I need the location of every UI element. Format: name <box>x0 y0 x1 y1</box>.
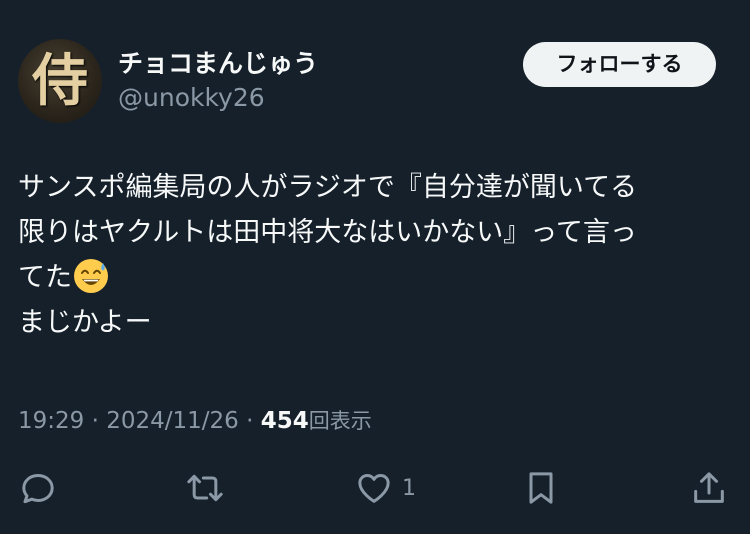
tweet-text-line-with-emoji: てた <box>18 255 730 300</box>
like-count: 1 <box>402 475 416 501</box>
bookmark-icon <box>529 472 553 504</box>
share-icon <box>694 472 724 503</box>
follow-button[interactable]: フォローする <box>523 42 716 87</box>
views-count: 454 <box>260 408 309 434</box>
share-button[interactable] <box>689 468 729 508</box>
display-name[interactable]: チョコまんじゅう <box>118 44 318 80</box>
retweet-icon <box>187 474 223 502</box>
heart-icon <box>358 474 390 503</box>
tweet-text-line: 限りはヤクルトは田中将大なはいかない』って言っ <box>18 217 637 248</box>
grinning-face-with-sweat-icon <box>74 259 108 293</box>
tweet-text-line: まじかよー <box>18 307 152 338</box>
avatar[interactable]: 侍 <box>18 39 102 123</box>
reply-icon <box>22 474 54 504</box>
like-button[interactable]: 1 <box>354 468 416 508</box>
reply-button[interactable] <box>18 468 58 508</box>
tweet-text: サンスポ編集局の人がラジオで『自分達が聞いてる 限りはヤクルトは田中将大なはいか… <box>18 165 730 345</box>
meta-separator: · <box>91 408 99 434</box>
tweet-card: 侍 チョコまんじゅう @unokky26 フォローする サンスポ編集局の人がラジ… <box>0 0 750 534</box>
tweet-text-line: てた <box>18 262 72 293</box>
tweet-text-line: サンスポ編集局の人がラジオで『自分達が聞いてる <box>18 172 638 203</box>
user-handle[interactable]: @unokky26 <box>118 83 265 112</box>
meta-separator: · <box>246 408 254 434</box>
tweet-meta: 19:29 · 2024/11/26 · 454回表示 <box>18 405 372 437</box>
avatar-glyph: 侍 <box>32 48 88 114</box>
bookmark-button[interactable] <box>521 468 561 508</box>
tweet-date[interactable]: 2024/11/26 <box>106 408 239 434</box>
retweet-button[interactable] <box>185 468 225 508</box>
tweet-time[interactable]: 19:29 <box>18 408 84 434</box>
views-label: 回表示 <box>308 409 372 433</box>
